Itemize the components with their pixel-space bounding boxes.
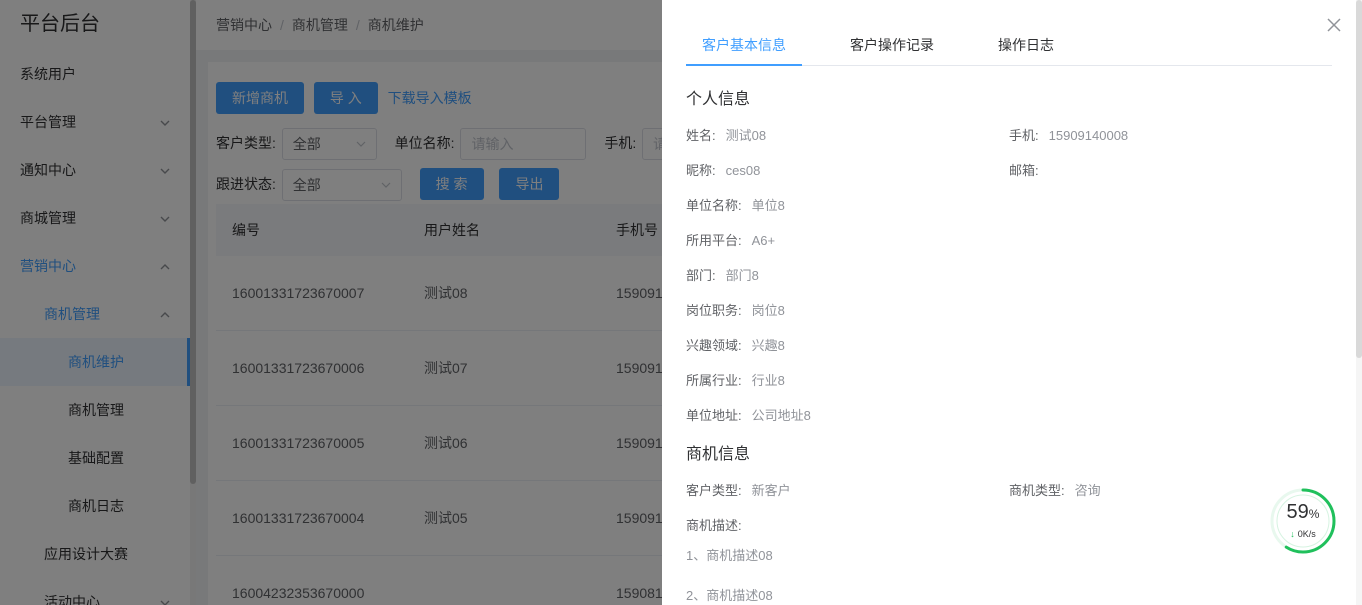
opportunity-desc-item: 1、商机描述08 <box>686 548 773 563</box>
field-label: 部门: <box>686 268 716 283</box>
customer-detail-drawer: 客户基本信息 客户操作记录 操作日志 个人信息 姓名: 测试08 手机: 15909… <box>662 0 1362 605</box>
field-name: 姓名: 测试08 <box>686 125 766 144</box>
field-value: 咨询 <box>1074 483 1101 498</box>
tab-customer-operation-record[interactable]: 客户操作记录 <box>850 28 934 66</box>
field-interest: 兴趣领域: 兴趣8 <box>686 335 785 354</box>
field-value: 部门8 <box>725 268 759 283</box>
field-department: 部门: 部门8 <box>686 265 759 284</box>
field-label: 姓名: <box>686 128 716 143</box>
field-phone: 手机: 15909140008 <box>1009 125 1128 144</box>
field-value: 15909140008 <box>1048 128 1129 143</box>
field-label: 单位名称: <box>686 198 742 213</box>
field-label: 商机类型: <box>1009 483 1065 498</box>
field-platform: 所用平台: A6+ <box>686 230 775 249</box>
field-label: 手机: <box>1009 128 1039 143</box>
network-speed-widget[interactable]: 59% ↓ 0K/s <box>1270 488 1336 554</box>
field-value: 测试08 <box>725 128 767 143</box>
tab-operation-log[interactable]: 操作日志 <box>998 28 1054 66</box>
network-speed: ↓ 0K/s <box>1270 529 1336 539</box>
field-value: 新客户 <box>751 483 791 498</box>
field-value: 岗位8 <box>751 303 785 318</box>
tab-customer-basic-info[interactable]: 客户基本信息 <box>702 28 786 66</box>
field-opportunity-type: 商机类型: 咨询 <box>1009 480 1101 499</box>
field-nickname: 昵称: ces08 <box>686 160 760 179</box>
scrollbar-thumb[interactable] <box>1356 0 1362 358</box>
field-label: 兴趣领域: <box>686 338 742 353</box>
percent-unit: % <box>1308 507 1320 521</box>
field-label: 所用平台: <box>686 233 742 248</box>
field-label: 单位地址: <box>686 408 742 423</box>
field-value: 公司地址8 <box>751 408 811 423</box>
modal-overlay[interactable] <box>0 0 662 605</box>
field-value: A6+ <box>751 233 776 248</box>
personal-info-title: 个人信息 <box>686 91 751 108</box>
field-value: 兴趣8 <box>751 338 785 353</box>
speed-value: 0K/s <box>1297 529 1316 539</box>
field-opportunity-desc: 商机描述: <box>686 515 742 534</box>
field-email: 邮箱: <box>1009 160 1049 179</box>
field-label: 邮箱: <box>1009 163 1039 178</box>
percent-value: 59 <box>1286 501 1309 523</box>
field-address: 单位地址: 公司地址8 <box>686 405 811 424</box>
usage-percent: 59% <box>1270 501 1336 524</box>
arrow-down-icon: ↓ <box>1290 529 1295 539</box>
field-label: 商机描述: <box>686 518 742 533</box>
field-label: 昵称: <box>686 163 716 178</box>
opportunity-desc-item: 2、商机描述08 <box>686 588 773 603</box>
opportunity-info-title: 商机信息 <box>686 446 751 463</box>
drawer-tabs: 客户基本信息 客户操作记录 操作日志 <box>686 28 1332 66</box>
field-label: 客户类型: <box>686 483 742 498</box>
drawer-scrollbar[interactable] <box>1356 0 1362 605</box>
field-customer-type: 客户类型: 新客户 <box>686 480 791 499</box>
field-company: 单位名称: 单位8 <box>686 195 785 214</box>
field-position: 岗位职务: 岗位8 <box>686 300 785 319</box>
field-label: 岗位职务: <box>686 303 742 318</box>
field-industry: 所属行业: 行业8 <box>686 370 785 389</box>
field-label: 所属行业: <box>686 373 742 388</box>
field-value: ces08 <box>725 163 761 178</box>
field-value: 行业8 <box>751 373 785 388</box>
active-tab-indicator <box>686 64 802 66</box>
field-value: 单位8 <box>751 198 785 213</box>
